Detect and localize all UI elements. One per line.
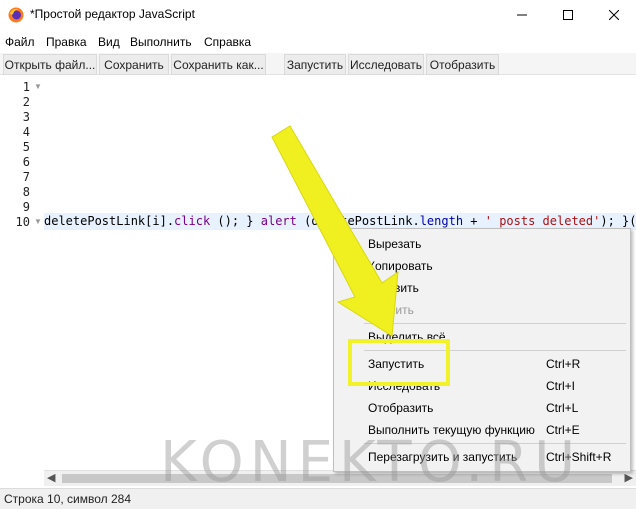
code-token: ' posts deleted' xyxy=(484,214,601,228)
menu-item-label: Вставить xyxy=(368,281,419,295)
menu-item-label: Копировать xyxy=(368,259,433,273)
toolbar: Открыть файл... Сохранить Сохранить как.… xyxy=(0,53,636,75)
inspect-button[interactable]: Исследовать xyxy=(348,54,424,75)
menu-view[interactable]: Вид xyxy=(98,35,120,49)
code-token: ); }()); xyxy=(600,214,636,228)
menu-item-shortcut: Ctrl+L xyxy=(546,401,579,415)
close-icon xyxy=(609,10,619,20)
line-number: 7 xyxy=(22,170,30,184)
line-number: 6 xyxy=(22,155,30,169)
scroll-right-icon[interactable]: ▶ xyxy=(625,471,633,484)
code-token: alert xyxy=(260,214,297,228)
code-token: deletePostLink[i]. xyxy=(44,214,175,228)
close-button[interactable] xyxy=(591,0,636,30)
title-bar: *Простой редактор JavaScript xyxy=(0,0,636,30)
save-as-button[interactable]: Сохранить как... xyxy=(171,54,266,75)
fold-arrow-icon[interactable]: ▼ xyxy=(34,82,42,91)
line-number: 2 xyxy=(22,95,30,109)
menu-item-copy[interactable]: Копировать xyxy=(334,256,630,276)
menu-item-display[interactable]: Отобразить Ctrl+L xyxy=(334,398,630,418)
menu-bar: Файл Правка Вид Выполнить Справка xyxy=(0,32,636,52)
window-title: *Простой редактор JavaScript xyxy=(30,7,195,21)
line-number: 5 xyxy=(22,140,30,154)
code-token: + xyxy=(463,214,485,228)
maximize-button[interactable] xyxy=(545,0,591,30)
line-number: 10 xyxy=(15,215,30,229)
run-button[interactable]: Запустить xyxy=(284,54,346,75)
minimize-button[interactable] xyxy=(499,0,545,30)
firefox-icon xyxy=(8,7,24,23)
code-token: length xyxy=(419,214,464,228)
watermark: KONEKTO.RU xyxy=(160,430,582,495)
maximize-icon xyxy=(563,10,573,20)
code-token: click xyxy=(174,214,211,228)
menu-item-label: Отобразить xyxy=(368,401,434,415)
menu-item-paste[interactable]: Вставить xyxy=(334,278,630,298)
menu-run[interactable]: Выполнить xyxy=(130,35,192,49)
line-number-gutter: 1 ▼ 2 3 4 5 6 7 8 9 10 ▼ xyxy=(0,76,44,470)
menu-edit[interactable]: Правка xyxy=(46,35,87,49)
menu-item-cut[interactable]: Вырезать xyxy=(334,234,630,254)
line-number: 9 xyxy=(22,200,30,214)
menu-item-shortcut: Ctrl+R xyxy=(546,357,581,371)
line-number: 4 xyxy=(22,125,30,139)
menu-item-delete[interactable]: Удалить xyxy=(334,300,630,320)
code-token: (); } xyxy=(210,214,261,228)
highlight-box xyxy=(348,339,450,386)
cursor-position: Строка 10, символ 284 xyxy=(4,492,132,506)
line-number: 1 xyxy=(22,80,30,94)
menu-file[interactable]: Файл xyxy=(5,35,35,49)
line-number: 8 xyxy=(22,185,30,199)
display-button[interactable]: Отобразить xyxy=(426,54,499,75)
open-file-button[interactable]: Открыть файл... xyxy=(3,54,97,75)
line-number: 3 xyxy=(22,110,30,124)
menu-help[interactable]: Справка xyxy=(204,35,251,49)
menu-item-label: Удалить xyxy=(368,303,414,317)
fold-arrow-icon[interactable]: ▼ xyxy=(34,217,42,226)
menu-item-label: Вырезать xyxy=(368,237,422,251)
menu-separator xyxy=(364,323,626,324)
minimize-icon xyxy=(517,14,527,16)
scroll-left-icon[interactable]: ◀ xyxy=(47,471,55,484)
save-button[interactable]: Сохранить xyxy=(99,54,169,75)
code-token: (deletePostLink. xyxy=(296,214,420,228)
menu-item-shortcut: Ctrl+I xyxy=(546,379,576,393)
